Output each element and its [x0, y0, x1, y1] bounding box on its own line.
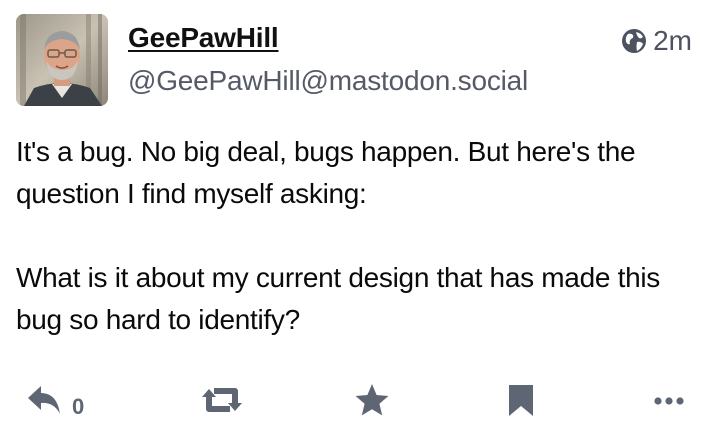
content-paragraph: It's a bug. No big deal, bugs happen. Bu…	[16, 136, 636, 209]
bookmark-button[interactable]	[506, 380, 536, 425]
reply-count: 0	[72, 393, 85, 419]
status-card: GeePawHill @GeePawHill@mastodon.social 2…	[0, 0, 702, 434]
content-paragraph: What is it about my current design that …	[16, 262, 660, 335]
reply-button[interactable]: 0	[24, 380, 84, 425]
display-name[interactable]: GeePawHill	[128, 21, 279, 55]
avatar-image	[16, 14, 108, 106]
reply-icon	[24, 380, 64, 425]
account-handle[interactable]: @GeePawHill@mastodon.social	[128, 64, 528, 98]
more-icon	[652, 380, 686, 425]
status-content: It's a bug. No big deal, bugs happen. Bu…	[16, 131, 696, 383]
favourite-button[interactable]	[353, 380, 391, 425]
star-icon	[353, 380, 391, 425]
avatar[interactable]	[16, 14, 108, 106]
bookmark-icon	[506, 380, 536, 425]
boost-button[interactable]	[200, 380, 244, 425]
status-meta: 2m	[621, 24, 692, 58]
timestamp[interactable]: 2m	[653, 24, 692, 58]
globe-icon	[621, 28, 647, 54]
action-bar: 0	[0, 380, 702, 426]
more-button[interactable]	[652, 380, 686, 425]
boost-icon	[200, 380, 244, 425]
